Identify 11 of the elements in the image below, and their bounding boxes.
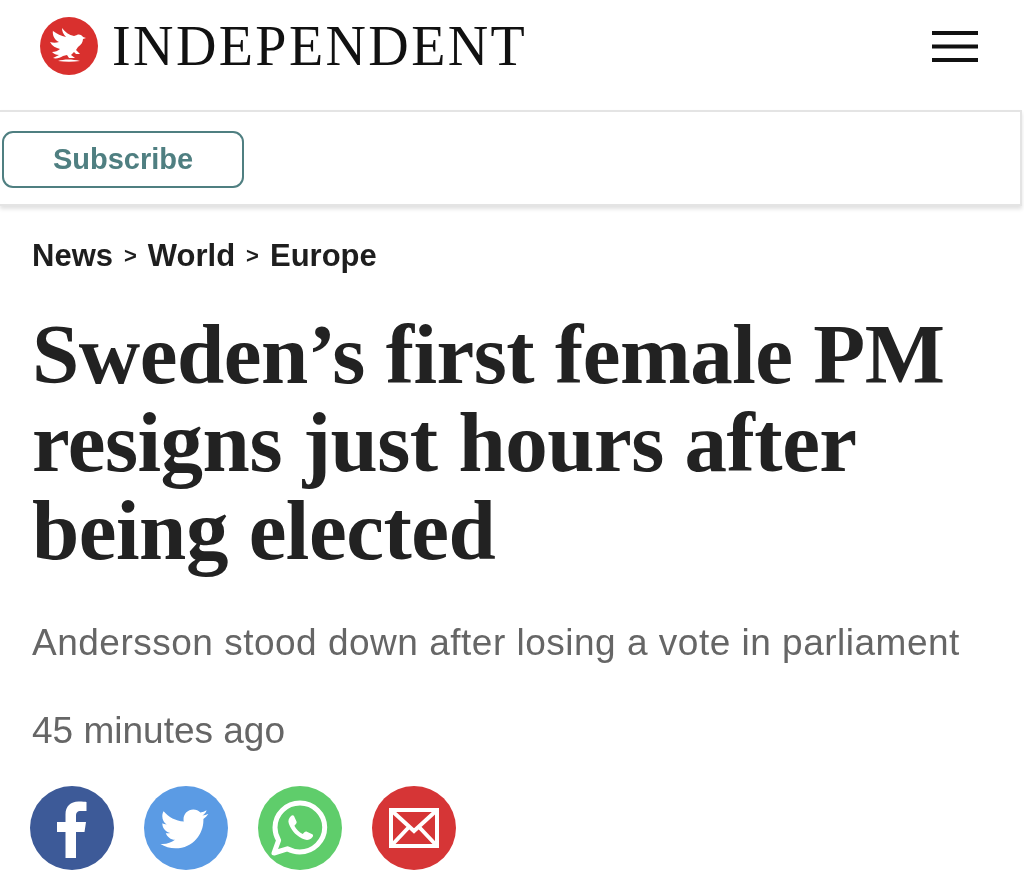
subscribe-button[interactable]: Subscribe	[2, 130, 244, 188]
breadcrumb-link[interactable]: Europe	[269, 238, 377, 274]
bird-logo-icon[interactable]	[40, 17, 98, 75]
menu-icon[interactable]	[932, 30, 978, 62]
breadcrumb-separator: >	[246, 243, 259, 269]
article-standfirst: Andersson stood down after losing a vote in parliament	[32, 622, 961, 664]
site-logo-text[interactable]: INDEPENDENT	[112, 18, 528, 74]
article-timestamp: 45 minutes ago	[32, 710, 286, 752]
breadcrumb-link[interactable]: News	[32, 238, 113, 274]
breadcrumb-link[interactable]: World	[147, 238, 236, 274]
breadcrumb-separator: >	[124, 243, 137, 269]
